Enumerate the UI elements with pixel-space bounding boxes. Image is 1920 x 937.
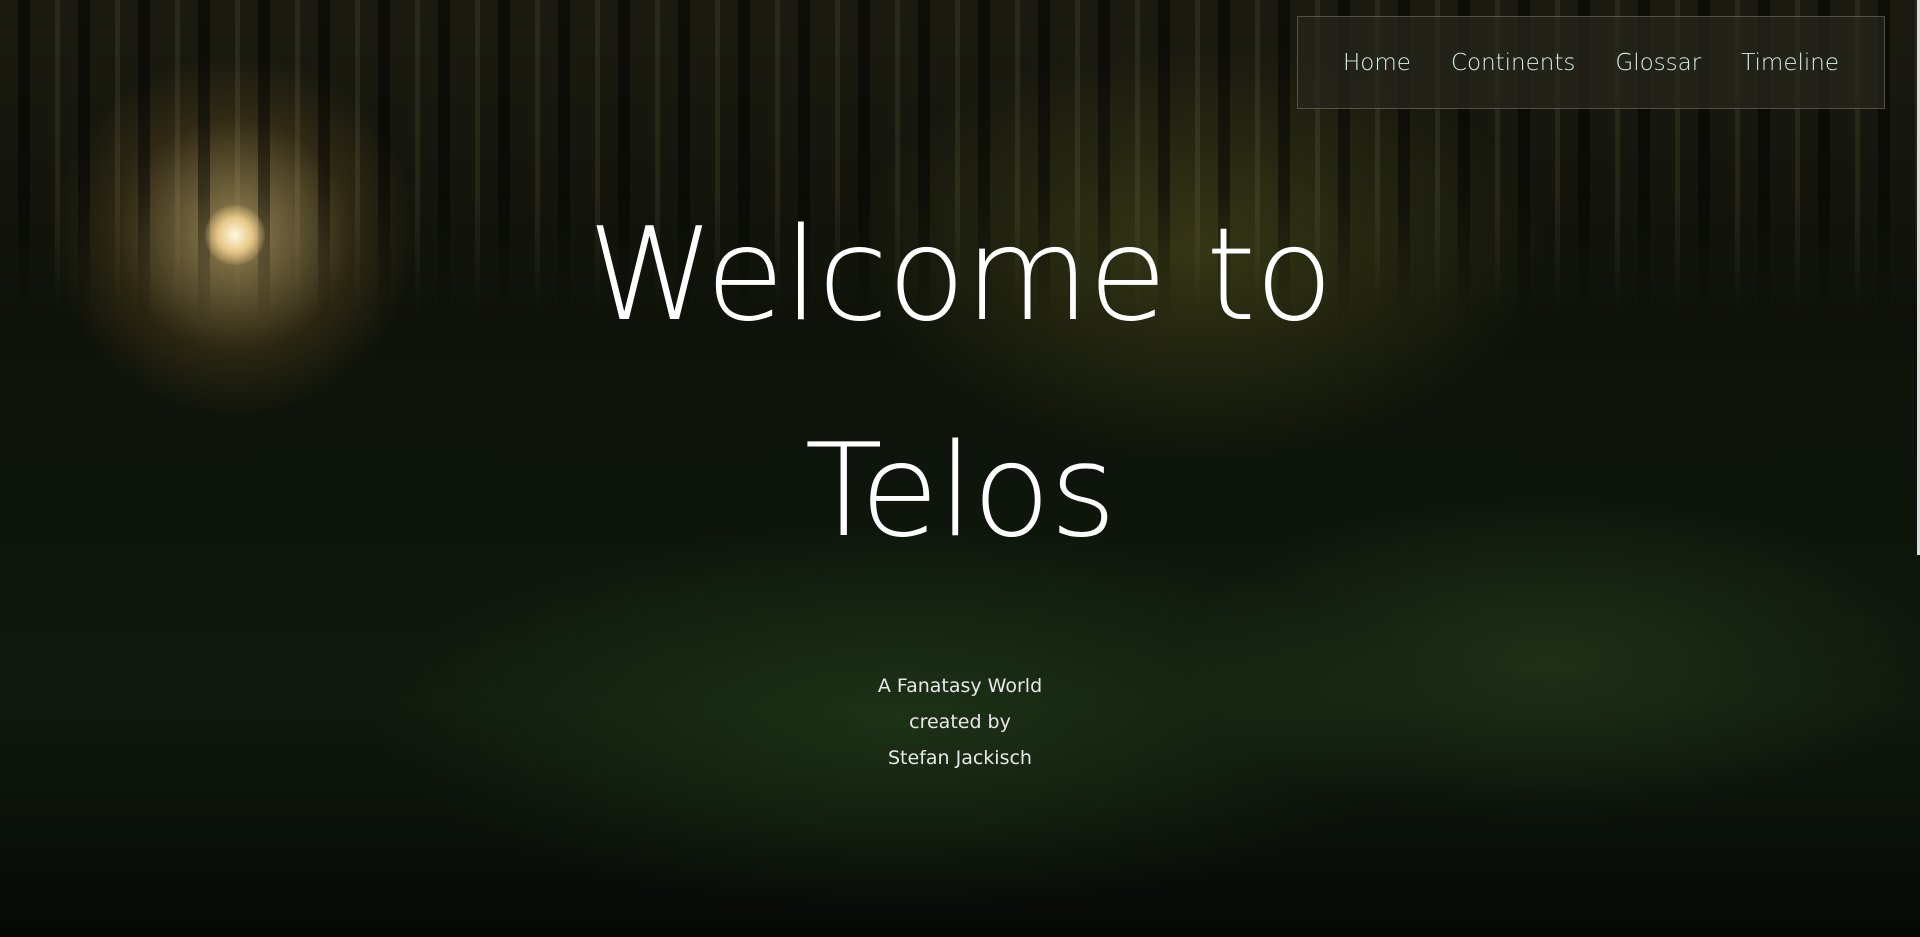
nav-timeline[interactable]: Timeline	[1741, 50, 1839, 76]
nav-glossar[interactable]: Glossar	[1615, 50, 1701, 76]
nav-continents[interactable]: Continents	[1451, 50, 1575, 76]
main-nav: Home Continents Glossar Timeline	[1297, 16, 1885, 109]
nav-home[interactable]: Home	[1343, 50, 1411, 76]
subtitle-line: A Fanatasy World	[877, 675, 1043, 697]
subtitle-line: created by	[909, 711, 1011, 733]
hero-subtitle: A Fanatasy World created by Stefan Jacki…	[0, 668, 1920, 776]
author-name: Stefan Jackisch	[888, 747, 1032, 769]
hero-title-line1: Welcome to	[587, 201, 1334, 350]
hero-title-line2: Telos	[804, 417, 1117, 566]
